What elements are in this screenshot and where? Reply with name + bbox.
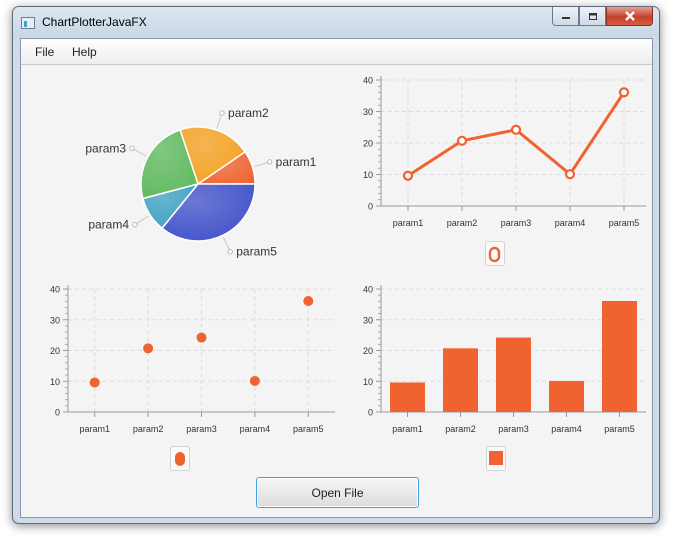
x-tick-label-param4: param4 [240,424,271,434]
line-chart-legend [485,241,505,266]
x-tick-label-param1: param1 [79,424,110,434]
minimize-button[interactable] [552,7,579,26]
x-tick-label-param3: param3 [498,424,529,434]
menu-help[interactable]: Help [72,45,97,59]
close-button[interactable] [606,7,653,26]
y-tick-label: 40 [50,285,60,295]
bar-param4 [549,380,584,412]
scatter-point-param1 [89,377,100,388]
menu-bar: File Help [21,39,652,65]
scatter-point-param4 [249,375,260,386]
line-point-param1 [402,170,414,181]
y-tick-label: 30 [363,107,373,117]
line-point-param4 [564,169,576,180]
close-icon [624,11,635,21]
pie-label-param3: param3 [85,141,126,155]
line-point-param5 [618,87,630,98]
y-tick-label: 20 [363,346,373,356]
bar-param3 [496,337,531,412]
pie-label-param4: param4 [88,218,129,232]
y-tick-label: 20 [50,346,60,356]
line-point-param3 [510,124,522,135]
client-area: File Help param1 param2 param3 param4 param5… [20,38,653,518]
x-tick-label-param5: param5 [609,218,640,228]
x-tick-label-param5: param5 [604,424,635,434]
scatter-series-icon [175,452,185,466]
y-tick-label: 10 [363,170,373,180]
app-icon [21,17,35,29]
x-tick-label-param4: param4 [555,218,586,228]
y-tick-label: 30 [363,315,373,325]
bar-series-icon [489,451,503,465]
pie-label-param2: param2 [228,106,269,120]
pie-label-marker [219,110,225,116]
scatter-point-param3 [196,332,207,343]
y-tick-label: 0 [55,408,60,418]
x-tick-label-param3: param3 [501,218,532,228]
scatter-point-param2 [143,343,154,354]
y-tick-label: 10 [50,377,60,387]
pie-label-marker [227,249,233,255]
pie-label-marker [132,222,138,228]
x-tick-label-param2: param2 [445,424,476,434]
pie-chart: param1 param2 param3 param4 param5 [85,106,317,259]
y-tick-label: 10 [363,377,373,387]
y-tick-label: 0 [368,408,373,418]
title-bar[interactable]: ChartPlotterJavaFX [13,7,659,37]
x-tick-label-param3: param3 [186,424,217,434]
pie-label-param1: param1 [276,155,317,169]
minimize-icon [561,17,570,19]
open-file-button[interactable]: Open File [256,477,419,508]
line-series-icon [488,246,501,263]
bar-param5 [602,300,637,412]
pie-label-param5: param5 [236,245,277,259]
y-tick-label: 20 [363,139,373,149]
y-tick-label: 40 [363,76,373,86]
scatter-chart-legend [170,446,190,471]
app-window: ChartPlotterJavaFX File Help param1 param… [12,6,660,524]
y-tick-label: 40 [363,285,373,295]
x-tick-label-param1: param1 [393,218,424,228]
scatter-point-param5 [303,295,314,306]
bar-param1 [390,382,425,412]
window-controls [552,7,653,27]
bar-chart-legend [486,446,506,471]
y-tick-label: 0 [368,202,373,212]
scatter-chart: 0 10 20 30 40 param1 param2 param3 param4 param5 [50,285,335,434]
window-title: ChartPlotterJavaFX [42,15,147,29]
x-tick-label-param1: param1 [392,424,423,434]
bar-chart: 0 10 20 30 40 param1 param2 param3 param4 param5 [363,285,646,434]
x-tick-label-param2: param2 [133,424,164,434]
maximize-icon [588,12,597,20]
line-point-param2 [456,135,468,146]
maximize-button[interactable] [579,7,606,26]
menu-file[interactable]: File [35,45,54,59]
y-tick-label: 30 [50,315,60,325]
x-tick-label-param4: param4 [551,424,582,434]
pie-label-marker [129,145,135,152]
line-chart: 0 10 20 30 40 param1 param2 param3 param4 param5 [363,76,646,228]
x-tick-label-param5: param5 [293,424,324,434]
bar-param2 [443,348,478,412]
x-tick-label-param2: param2 [447,218,478,228]
pie-label-marker [266,159,273,165]
